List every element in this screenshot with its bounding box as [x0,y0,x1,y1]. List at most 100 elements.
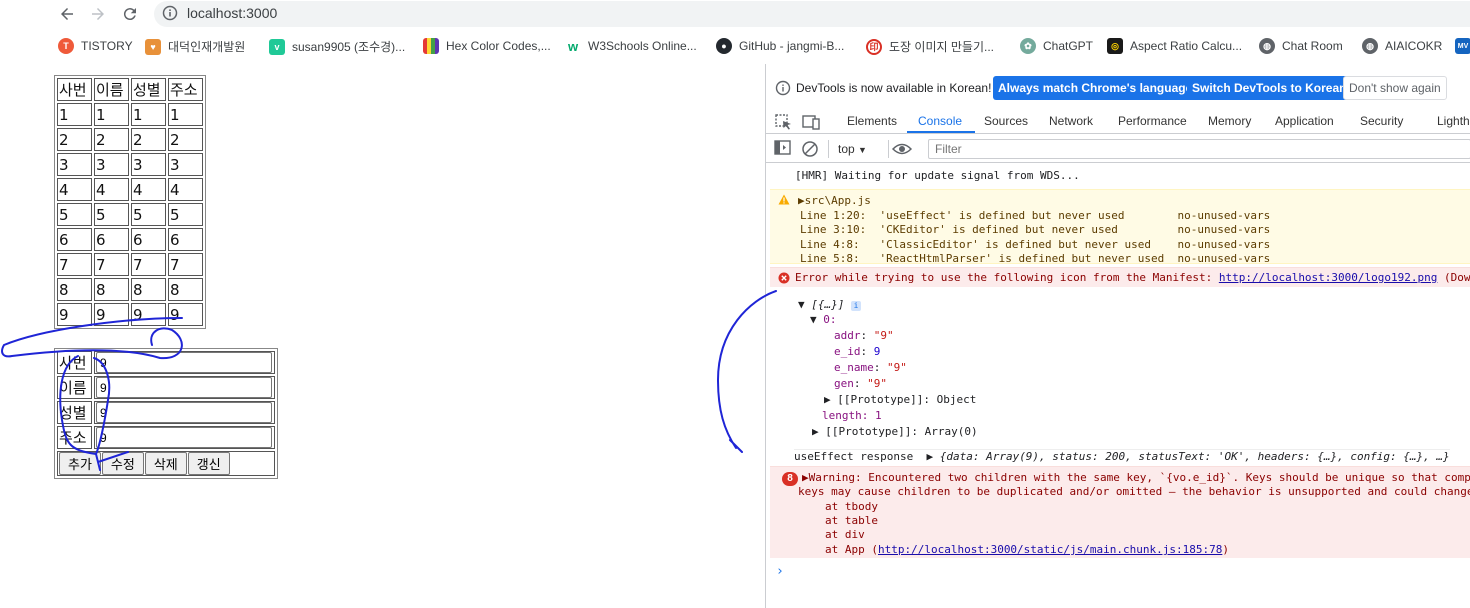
bookmark-hex-colors[interactable]: Hex Color Codes,... [423,38,551,54]
reload-icon [123,8,136,21]
address-input[interactable] [96,427,272,448]
devtools-panel: DevTools is now available in Korean! Alw… [765,64,1470,608]
table-cell: 2 [57,128,92,151]
employee-name-input[interactable] [96,377,272,398]
tab-memory[interactable]: Memory [1208,114,1251,128]
filter-input[interactable] [928,139,1470,159]
bookmark-github[interactable]: ● GitHub - jangmi-B... [716,38,844,54]
address-bar[interactable]: localhost:3000 [154,1,1470,27]
form-row: 사번 [57,351,275,374]
language-notice: DevTools is now available in Korean! Alw… [766,75,1470,101]
clear-console-icon[interactable] [801,140,819,158]
refresh-button[interactable]: 갱신 [187,452,230,475]
table-cell: 5 [168,203,203,226]
expand-triangle-icon[interactable]: ▶ [798,194,805,207]
globe-icon: ◍ [1362,38,1378,54]
array-preview: [{…}] [811,298,845,311]
form-row: 주소 [57,426,275,449]
edit-button[interactable]: 수정 [101,452,144,475]
source-link[interactable]: http://localhost:3000/static/js/main.chu… [878,543,1222,556]
warning-text: keys may cause children to be duplicated… [798,485,1470,498]
prop-value: "9" [867,377,887,390]
eslint-warning-message: ▶src\App.js Line 1:20: 'useEffect' is de… [770,189,1470,265]
inspect-element-icon[interactable] [775,114,793,130]
warning-line[interactable]: ▶Warning: Encountered two children with … [802,471,1470,486]
add-button[interactable]: 추가 [59,452,101,475]
warning-icon [778,194,790,205]
error-tail: (Down [1444,271,1470,284]
prototype-label: [[Prototype]]: Array(0) [825,425,978,438]
response-label: useEffect response [794,450,914,463]
tab-elements[interactable]: Elements [847,114,897,128]
bookmark-aiaicokr[interactable]: ◍ AIAICOKR [1362,38,1442,54]
ddit-icon: ♥ [145,38,161,55]
prototype-row[interactable]: ▶ [[Prototype]]: Object [824,393,976,408]
forward-button[interactable] [86,3,110,25]
hmr-log-message: [HMR] Waiting for update signal from WDS… [795,169,1080,182]
employee-id-input[interactable] [96,352,272,373]
tab-security[interactable]: Security [1360,114,1403,128]
form-row: 이름 [57,376,275,399]
back-button[interactable] [55,3,79,25]
tab-network[interactable]: Network [1049,114,1093,128]
warning-text: Warning: Encountered two children with t… [808,471,1470,484]
prop-value: "9" [887,361,907,374]
bookmark-aspect-ratio[interactable]: ◎ Aspect Ratio Calcu... [1107,38,1242,54]
bookmark-chatgpt[interactable]: ✿ ChatGPT [1020,38,1093,54]
array-header[interactable]: ▼ [{…}] i [798,298,861,313]
bookmark-velog[interactable]: v susan9905 (조수경)... [269,38,405,55]
table-row: 1111 [57,103,203,126]
bookmark-ddit[interactable]: ♥ 대덕인재개발원 [145,38,245,55]
bookmark-w3schools[interactable]: w W3Schools Online... [565,38,697,54]
stack-frame: at table [825,514,878,527]
table-cell: 8 [94,278,129,301]
console-prompt-icon[interactable]: › [776,564,784,579]
table-cell: 1 [94,103,129,126]
toolbar-divider [828,140,829,158]
switch-to-korean-button[interactable]: Switch DevTools to Korean [1187,76,1352,100]
expand-triangle-icon: ▶ [926,450,934,463]
dont-show-again-button[interactable]: Don't show again [1343,76,1447,100]
reload-button[interactable] [118,3,142,25]
gender-input[interactable] [96,402,272,423]
table-cell: 1 [168,103,203,126]
device-toolbar-icon[interactable] [802,114,820,130]
delete-button[interactable]: 삭제 [144,452,187,475]
sidebar-toggle-icon[interactable] [774,140,792,156]
bookmark-chat-room[interactable]: ◍ Chat Room [1259,38,1343,54]
stack-app-text: at App ( [825,543,878,556]
warning-line: Line 4:8: 'ClassicEditor' is defined but… [800,237,1271,251]
prop-row: addr: "9" [834,329,894,342]
globe-icon: ◍ [1259,38,1275,54]
response-log[interactable]: useEffect response ▶ {data: Array(9), st… [794,449,1450,465]
warning-line: Line 1:20: 'useEffect' is defined but ne… [800,208,1271,222]
info-icon[interactable] [162,5,178,21]
context-label: top [838,142,855,156]
table-cell: 6 [168,228,203,251]
tab-sources[interactable]: Sources [984,114,1028,128]
tab-application[interactable]: Application [1275,114,1334,128]
tab-lighthouse[interactable]: Lighth [1437,114,1470,128]
bookmark-mvn[interactable]: MV [1455,38,1470,54]
prop-key: gen [834,377,854,390]
arrow-left-icon [61,8,73,20]
table-row: 9999 [57,303,203,326]
match-language-button[interactable]: Always match Chrome's language [993,76,1198,100]
bookmark-stamp[interactable]: 印 도장 이미지 만들기... [866,38,994,55]
tab-performance[interactable]: Performance [1118,114,1187,128]
eye-icon[interactable] [892,142,912,156]
table-cell: 6 [131,228,166,251]
context-selector[interactable]: top ▼ [838,142,867,156]
stack-frame: at App (http://localhost:3000/static/js/… [825,543,1229,558]
active-tab-indicator [907,131,975,133]
bookmark-label: 도장 이미지 만들기... [889,40,994,54]
header-cell: 주소 [168,78,203,101]
prototype-row[interactable]: ▶ [[Prototype]]: Array(0) [812,425,978,440]
table-cell: 3 [57,153,92,176]
bookmark-tistory[interactable]: T TISTORY [58,38,133,54]
table-cell: 3 [131,153,166,176]
expand-triangle-icon: ▼ [798,298,805,311]
tab-console[interactable]: Console [918,114,962,128]
logo-link[interactable]: http://localhost:3000/logo192.png [1219,271,1438,284]
array-index-row[interactable]: ▼ 0: [810,313,837,328]
